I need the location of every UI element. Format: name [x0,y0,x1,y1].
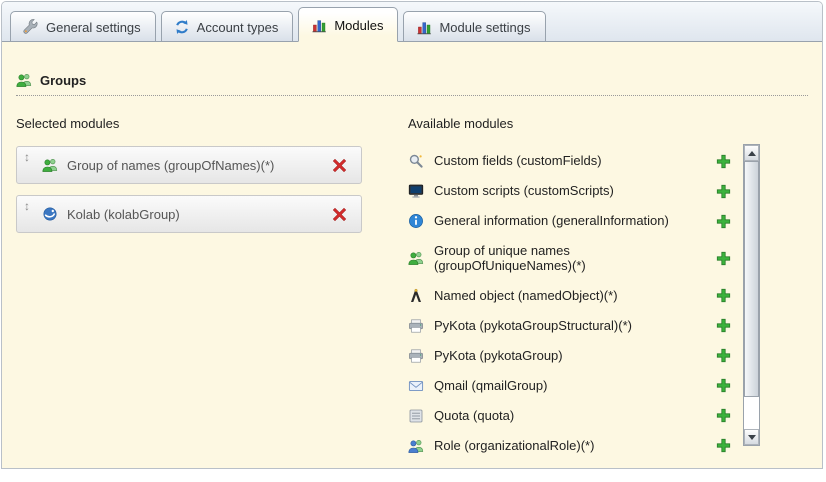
tab-account-types[interactable]: Account types [161,11,294,42]
add-module-button[interactable] [715,408,731,424]
tab-label: Account types [197,20,279,35]
chart-icon [311,17,327,33]
tab-label: Modules [334,18,383,33]
scrollbar-thumb[interactable] [744,161,759,397]
printer-icon [408,318,424,334]
add-module-button[interactable] [715,250,731,266]
tab-modules[interactable]: Modules [298,7,398,42]
tab-label: General settings [46,20,141,35]
module-columns: Selected modules ↕ Group of names (group… [16,116,808,461]
available-modules-heading: Available modules [408,116,743,131]
remove-module-button[interactable] [336,157,352,173]
selected-module-label: Group of names (groupOfNames)(*) [67,158,336,173]
available-module-row: Custom scripts (customScripts) [408,176,743,206]
mail-icon [408,378,424,394]
available-module-row: Custom fields (customFields) [408,146,743,176]
disk-icon [408,408,424,424]
add-module-button[interactable] [715,378,731,394]
available-module-row: Quota (quota) [408,401,743,431]
content-panel: Groups Selected modules ↕ Group of names… [2,42,822,461]
selected-module-label: Kolab (kolabGroup) [67,207,336,222]
available-module-label: Quota (quota) [434,408,514,423]
add-module-button[interactable] [715,183,731,199]
available-module-row: General information (generalInformation) [408,206,743,236]
group-icon [408,438,424,454]
drag-handle-icon[interactable]: ↕ [24,147,30,164]
info-icon [408,213,424,229]
kolab-icon [42,206,58,222]
plus-icon [716,214,731,229]
add-module-button[interactable] [715,288,731,304]
tab-module-settings[interactable]: Module settings [403,11,545,42]
arrow-up-icon [748,151,756,156]
selected-module-row[interactable]: ↕ Group of names (groupOfNames)(*) [16,146,362,184]
section-title: Groups [40,73,86,88]
available-module-label: Role (organizationalRole)(*) [434,438,594,453]
delete-x-icon [332,158,347,173]
group-icon [16,72,32,88]
add-module-button[interactable] [715,318,731,334]
available-module-row: PyKota (pykotaGroup) [408,341,743,371]
monitor-icon [408,183,424,199]
selected-modules-heading: Selected modules [16,116,408,131]
available-module-label: PyKota (pykotaGroup) [434,348,563,363]
drag-handle-icon[interactable]: ↕ [24,196,30,213]
available-module-label: Group of unique names (groupOfUniqueName… [434,243,704,274]
scroll-up-button[interactable] [744,145,759,161]
chart-icon [416,19,432,35]
delete-x-icon [332,207,347,222]
scrollbar[interactable] [743,144,760,446]
available-module-row: PyKota (pykotaGroupStructural)(*) [408,311,743,341]
available-modules-panel: Available modules Custom fields (customF… [408,116,808,461]
scrollbar-track[interactable] [744,161,759,429]
add-module-button[interactable] [715,348,731,364]
wrench-icon [23,19,39,35]
available-module-row: Role (organizationalRole)(*) [408,431,743,461]
plus-icon [716,318,731,333]
plus-icon [716,378,731,393]
available-module-label: Custom fields (customFields) [434,153,602,168]
sync-icon [174,19,190,35]
available-module-label: Custom scripts (customScripts) [434,183,614,198]
available-modules-list: Available modules Custom fields (customF… [408,116,743,461]
tab-general-settings[interactable]: General settings [10,11,156,42]
section-header: Groups [16,72,808,96]
tab-bar: General settings Account types Modules M… [2,2,822,42]
tab-label: Module settings [439,20,530,35]
available-module-label: Named object (namedObject)(*) [434,288,618,303]
selected-module-row[interactable]: ↕ Kolab (kolabGroup) [16,195,362,233]
printer-icon [408,348,424,364]
available-module-row: Named object (namedObject)(*) [408,281,743,311]
scroll-down-button[interactable] [744,429,759,445]
arrow-down-icon [748,435,756,440]
available-module-row: Group of unique names (groupOfUniqueName… [408,236,743,281]
plus-icon [716,408,731,423]
group-icon [42,157,58,173]
group-icon [408,250,424,266]
plus-icon [716,438,731,453]
available-module-label: PyKota (pykotaGroupStructural)(*) [434,318,632,333]
plus-icon [716,184,731,199]
remove-module-button[interactable] [336,206,352,222]
magnifier-icon [408,153,424,169]
add-module-button[interactable] [715,438,731,454]
available-module-label: Qmail (qmailGroup) [434,378,547,393]
plus-icon [716,251,731,266]
plus-icon [716,154,731,169]
lambda-icon [408,288,424,304]
plus-icon [716,288,731,303]
config-window: General settings Account types Modules M… [1,1,823,469]
plus-icon [716,348,731,363]
selected-modules-panel: Selected modules ↕ Group of names (group… [16,116,408,461]
available-module-label: General information (generalInformation) [434,213,669,228]
add-module-button[interactable] [715,153,731,169]
available-module-row: Qmail (qmailGroup) [408,371,743,401]
add-module-button[interactable] [715,213,731,229]
